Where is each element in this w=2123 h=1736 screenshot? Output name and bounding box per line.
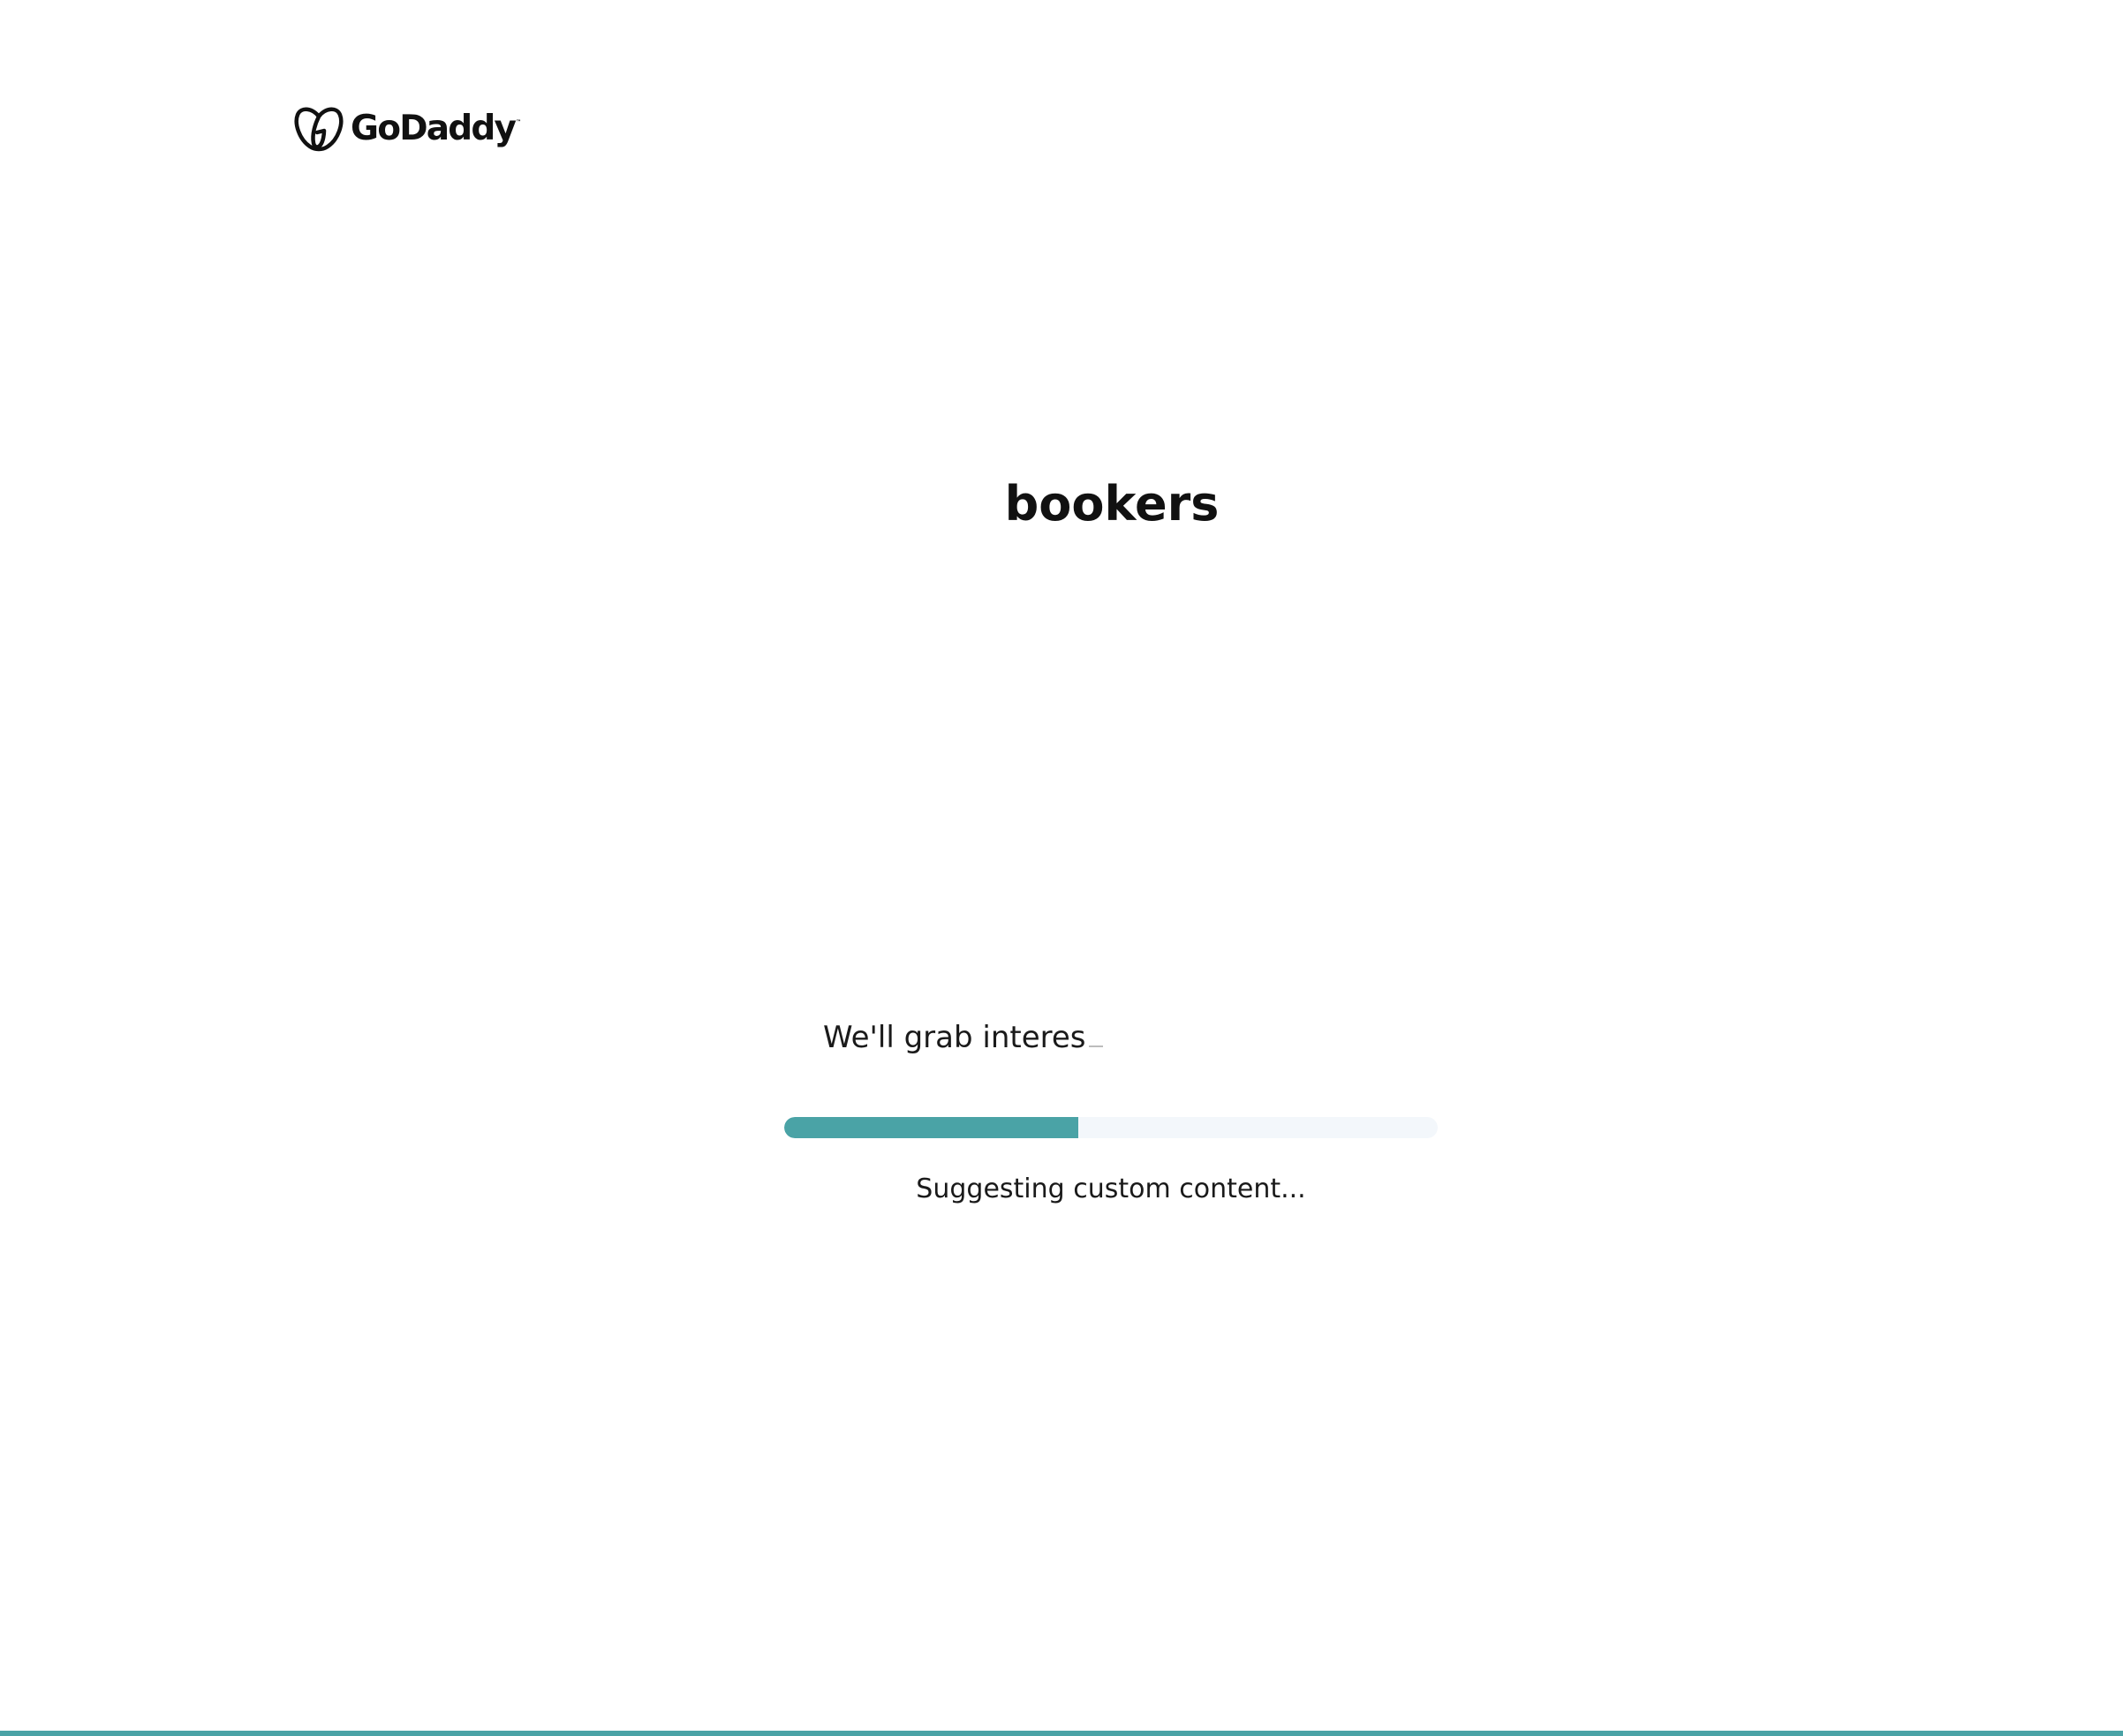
- typing-text: We'll grab interes: [823, 1020, 1086, 1055]
- page: GoDaddy™ bookers We'll grab interes Sugg…: [0, 0, 2123, 1736]
- progress-bar: [784, 1117, 1438, 1138]
- typing-message: We'll grab interes: [823, 1018, 1104, 1057]
- bottom-accent-bar: [0, 1731, 2123, 1736]
- typing-cursor: [1089, 1045, 1104, 1047]
- logo-text: GoDaddy™: [351, 108, 521, 148]
- loading-status-text: Suggesting custom content...: [916, 1174, 1306, 1204]
- site-name-heading: bookers: [1004, 476, 1220, 532]
- godaddy-logo-icon: [294, 107, 344, 152]
- progress-bar-fill: [784, 1117, 1078, 1138]
- header: GoDaddy™: [294, 104, 521, 154]
